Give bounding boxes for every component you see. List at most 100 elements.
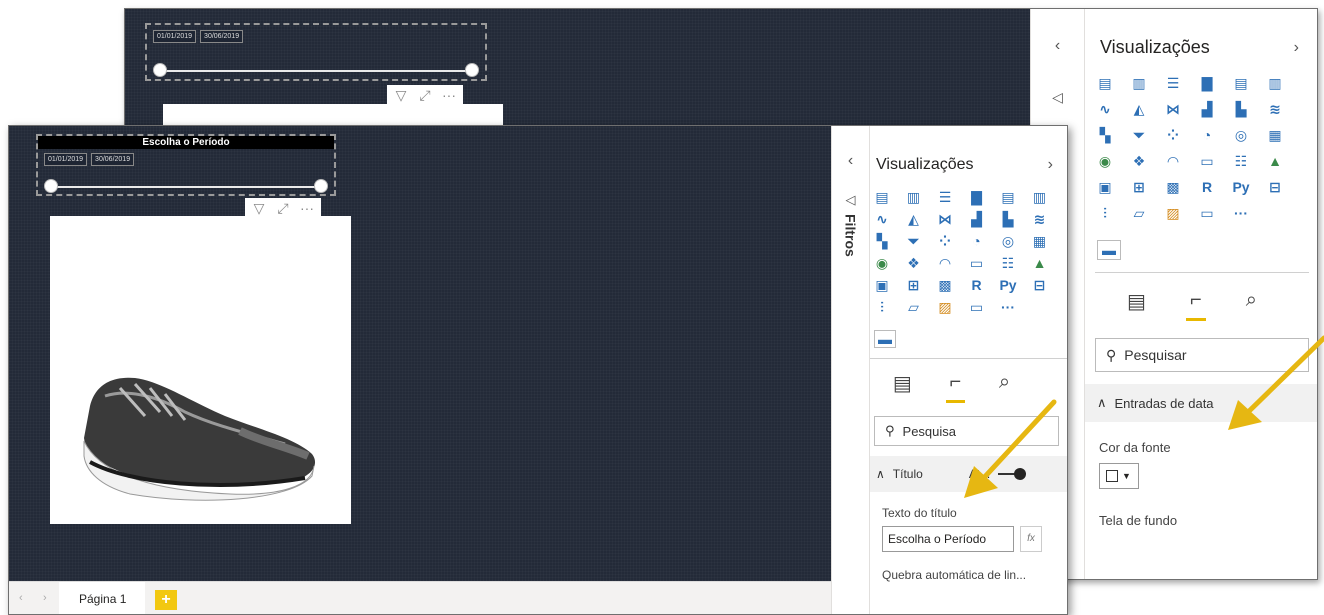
chevron-right-icon[interactable]: › — [1048, 156, 1053, 174]
clustered-column-icon[interactable]: ▇ — [1197, 74, 1217, 92]
gauge-icon[interactable]: ◠ — [1163, 152, 1183, 170]
gauge-icon[interactable]: ◠ — [935, 254, 955, 272]
python-visual-icon[interactable]: Py — [998, 276, 1018, 294]
start-date-input[interactable]: 01/01/2019 — [153, 30, 197, 43]
treemap-icon[interactable]: ▦ — [1265, 126, 1285, 144]
line-stacked-column-icon[interactable]: ▙ — [1231, 100, 1251, 118]
report-canvas-front[interactable]: Escolha o Período 01/01/2019 30/06/2019 … — [9, 126, 831, 581]
date-slicer[interactable]: 01/01/2019 30/06/2019 — [145, 23, 487, 81]
line-chart-icon[interactable]: ∿ — [872, 210, 892, 228]
card-icon[interactable]: ▭ — [1197, 152, 1217, 170]
kpi-icon[interactable]: ▲ — [1265, 152, 1285, 170]
clustered-column-icon[interactable]: ▇ — [967, 188, 987, 206]
analytics-tab-icon[interactable]: ⌕ — [1246, 289, 1257, 314]
filled-map-icon[interactable]: ❖ — [904, 254, 924, 272]
ribbon-chart-icon[interactable]: ≋ — [1265, 100, 1285, 118]
line-column-icon[interactable]: ▟ — [967, 210, 987, 228]
table-icon[interactable]: ⊞ — [904, 276, 924, 294]
matrix-icon[interactable]: ▩ — [1163, 178, 1183, 196]
map-icon[interactable]: ◉ — [872, 254, 892, 272]
line-column-icon[interactable]: ▟ — [1197, 100, 1217, 118]
image-visual-icon[interactable]: ▬ — [874, 330, 896, 348]
donut-chart-icon[interactable]: ◎ — [1231, 126, 1251, 144]
page-tab-1[interactable]: Página 1 — [59, 582, 145, 614]
slider-end-handle[interactable] — [465, 63, 479, 77]
format-tab-icon[interactable]: ⌐ — [945, 371, 965, 403]
paginated-report-icon[interactable]: ▭ — [1197, 204, 1217, 222]
waterfall-icon[interactable]: ▚ — [872, 232, 892, 250]
waterfall-icon[interactable]: ▚ — [1095, 126, 1115, 144]
qa-icon[interactable]: ▱ — [1129, 204, 1149, 222]
r-visual-icon[interactable]: R — [967, 276, 987, 294]
area-chart-icon[interactable]: ◭ — [1129, 100, 1149, 118]
card-icon[interactable]: ▭ — [967, 254, 987, 272]
more-visuals-icon[interactable]: ··· — [998, 298, 1018, 316]
clustered-bar-icon[interactable]: ☰ — [1163, 74, 1183, 92]
line-chart-icon[interactable]: ∿ — [1095, 100, 1115, 118]
end-date-input[interactable]: 30/06/2019 — [91, 153, 135, 166]
slicer-icon[interactable]: ▣ — [1095, 178, 1115, 196]
ribbon-chart-icon[interactable]: ≋ — [1030, 210, 1050, 228]
slider-start-handle[interactable] — [153, 63, 167, 77]
smart-narrative-icon[interactable]: ▨ — [1163, 204, 1183, 222]
chevron-left-icon[interactable]: ‹ — [1031, 37, 1084, 55]
slider-start-handle[interactable] — [44, 179, 58, 193]
slicer-icon[interactable]: ▣ — [872, 276, 892, 294]
decomposition-tree-icon[interactable]: ⫶ — [1095, 204, 1115, 222]
scatter-icon[interactable]: ⁘ — [935, 232, 955, 250]
title-text-input[interactable]: Escolha o Período — [882, 526, 1014, 552]
filter-icon[interactable]: ▽ — [390, 86, 412, 104]
100-column-icon[interactable]: ▥ — [1265, 74, 1285, 92]
more-options-icon[interactable]: ··· — [438, 86, 460, 104]
date-slicer-front[interactable]: Escolha o Período 01/01/2019 30/06/2019 — [36, 134, 336, 196]
stacked-column-icon[interactable]: ▥ — [1129, 74, 1149, 92]
multirow-card-icon[interactable]: ☷ — [1231, 152, 1251, 170]
pie-chart-icon[interactable]: ◔ — [967, 232, 987, 250]
qa-icon[interactable]: ▱ — [904, 298, 924, 316]
more-options-icon[interactable]: ··· — [296, 199, 318, 217]
key-influencers-icon[interactable]: ⊟ — [1030, 276, 1050, 294]
start-date-input[interactable]: 01/01/2019 — [44, 153, 88, 166]
report-canvas[interactable]: 01/01/2019 30/06/2019 ▽ ⤢ ··· — [125, 9, 1030, 134]
stacked-bar-icon[interactable]: ▤ — [1095, 74, 1115, 92]
end-date-input[interactable]: 30/06/2019 — [200, 30, 244, 43]
scatter-icon[interactable]: ⁘ — [1163, 126, 1183, 144]
funnel-icon[interactable]: ⏷ — [1129, 126, 1149, 144]
map-icon[interactable]: ◉ — [1095, 152, 1115, 170]
matrix-icon[interactable]: ▩ — [935, 276, 955, 294]
table-icon[interactable]: ⊞ — [1129, 178, 1149, 196]
slider-end-handle[interactable] — [314, 179, 328, 193]
smart-narrative-icon[interactable]: ▨ — [935, 298, 955, 316]
focus-mode-icon[interactable]: ⤢ — [272, 199, 294, 217]
python-visual-icon[interactable]: Py — [1231, 178, 1251, 196]
chevron-right-icon[interactable]: › — [1294, 39, 1299, 57]
fx-button[interactable]: fx — [1020, 526, 1042, 552]
fields-tab-icon[interactable]: ▤ — [893, 371, 912, 396]
font-color-picker[interactable]: ▼ — [1099, 463, 1139, 489]
stacked-area-icon[interactable]: ⋈ — [1163, 100, 1183, 118]
chevron-left-icon[interactable]: ‹ — [832, 152, 869, 170]
fields-tab-icon[interactable]: ▤ — [1127, 289, 1146, 314]
paginated-report-icon[interactable]: ▭ — [967, 298, 987, 316]
nav-next-icon[interactable]: › — [43, 592, 47, 604]
filter-icon[interactable]: ▽ — [248, 199, 270, 217]
r-visual-icon[interactable]: R — [1197, 178, 1217, 196]
more-visuals-icon[interactable]: ··· — [1231, 204, 1251, 222]
kpi-icon[interactable]: ▲ — [1030, 254, 1050, 272]
treemap-icon[interactable]: ▦ — [1030, 232, 1050, 250]
multirow-card-icon[interactable]: ☷ — [998, 254, 1018, 272]
pie-chart-icon[interactable]: ◔ — [1197, 126, 1217, 144]
donut-chart-icon[interactable]: ◎ — [998, 232, 1018, 250]
100-column-icon[interactable]: ▥ — [1030, 188, 1050, 206]
stacked-bar-icon[interactable]: ▤ — [872, 188, 892, 206]
area-chart-icon[interactable]: ◭ — [904, 210, 924, 228]
stacked-area-icon[interactable]: ⋈ — [935, 210, 955, 228]
filters-label[interactable]: Filtros — [843, 214, 859, 257]
focus-mode-icon[interactable]: ⤢ — [414, 86, 436, 104]
add-page-button[interactable]: + — [155, 590, 177, 610]
image-visual[interactable] — [50, 216, 351, 524]
clustered-bar-icon[interactable]: ☰ — [935, 188, 955, 206]
stacked-column-icon[interactable]: ▥ — [904, 188, 924, 206]
line-stacked-column-icon[interactable]: ▙ — [998, 210, 1018, 228]
nav-prev-icon[interactable]: ‹ — [19, 592, 23, 604]
